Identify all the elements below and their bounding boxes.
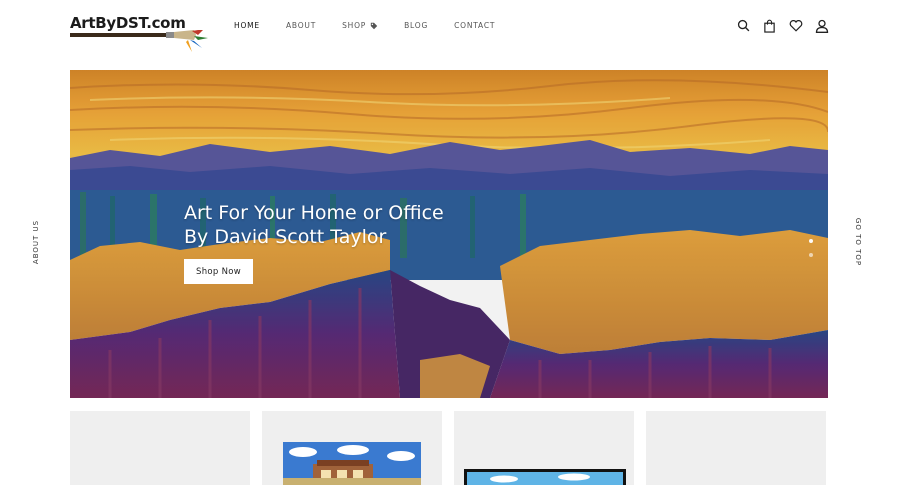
paintbrush-icon <box>70 30 208 52</box>
shopping-bag-icon[interactable] <box>762 18 777 33</box>
nav-blog[interactable]: BLOG <box>404 21 428 30</box>
nav-blog-label: BLOG <box>404 21 429 30</box>
nav-contact[interactable]: CONTACT <box>454 21 495 30</box>
search-icon[interactable] <box>736 18 751 33</box>
nav-about[interactable]: ABOUT <box>286 21 316 30</box>
slider-dot-1[interactable] <box>809 239 813 243</box>
nav-shop-label: SHOP <box>342 21 367 30</box>
hero-title-line1: Art For Your Home or Office <box>184 202 444 224</box>
nav-about-label: ABOUT <box>285 21 317 30</box>
site-logo[interactable]: ArtByDST.com <box>70 14 212 54</box>
heart-icon[interactable] <box>788 18 803 33</box>
product-card[interactable] <box>454 411 634 485</box>
user-icon[interactable] <box>814 18 829 33</box>
nav-home-label: HOME <box>234 21 260 30</box>
hero-title: Art For Your Home or Office By David Sco… <box>184 201 444 249</box>
nav-contact-label: CONTACT <box>454 21 496 30</box>
hero-banner: Art For Your Home or Office By David Sco… <box>70 70 828 398</box>
slider-dots <box>809 239 815 267</box>
tag-icon <box>370 22 378 29</box>
product-grid <box>70 411 828 485</box>
about-us-label: ABOUT US <box>32 219 40 265</box>
product-card[interactable] <box>646 411 826 485</box>
product-card[interactable] <box>262 411 442 485</box>
about-us-side-link[interactable]: ABOUT US <box>26 220 46 264</box>
go-to-top-side-link[interactable]: GO TO TOP <box>848 218 868 266</box>
shop-now-button[interactable]: Shop Now <box>184 259 253 284</box>
site-header: ArtByDST.com HOME ABOUT SHOP BLOG CONTAC… <box>0 0 900 55</box>
header-icons <box>736 18 829 33</box>
product-thumbnail <box>283 442 421 485</box>
go-to-top-label: GO TO TOP <box>854 217 862 267</box>
product-thumbnail <box>464 469 626 485</box>
hero-title-line2: By David Scott Taylor <box>184 226 387 248</box>
product-card[interactable] <box>70 411 250 485</box>
nav-shop[interactable]: SHOP <box>342 21 378 30</box>
slider-dot-2[interactable] <box>809 253 813 257</box>
nav-home[interactable]: HOME <box>234 21 260 30</box>
main-nav: HOME ABOUT SHOP BLOG CONTACT <box>234 21 521 30</box>
